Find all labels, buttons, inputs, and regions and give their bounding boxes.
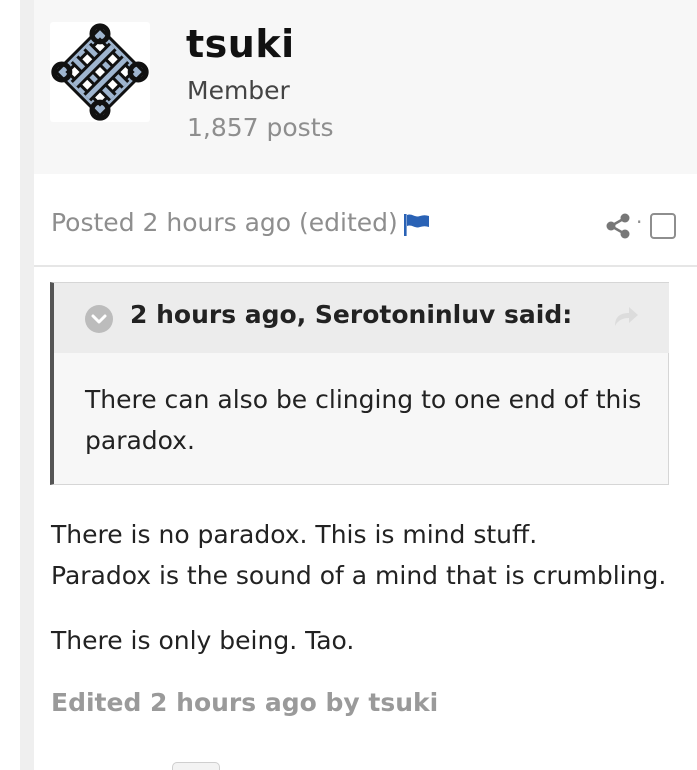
share-separator: · bbox=[636, 210, 643, 234]
endless-knot-icon bbox=[51, 23, 149, 121]
quote-header: 2 hours ago, Serotoninluv said: bbox=[54, 283, 669, 353]
author-name[interactable]: tsuki bbox=[186, 22, 295, 66]
post-line: There is only being. Tao. bbox=[51, 626, 355, 655]
author-panel: tsuki Member 1,857 posts bbox=[34, 0, 697, 174]
author-role: Member bbox=[187, 76, 290, 105]
left-margin bbox=[0, 0, 20, 770]
post-line: There is no paradox. This is mind stuff. bbox=[51, 520, 538, 549]
post-timestamp[interactable]: Posted 2 hours ago (edited) · bbox=[51, 208, 414, 237]
author-avatar[interactable] bbox=[50, 22, 150, 122]
post-thread-rail bbox=[20, 0, 34, 770]
edited-note: Edited 2 hours ago by tsuki bbox=[51, 688, 439, 717]
chevron-down-icon[interactable] bbox=[85, 305, 113, 333]
post-content: There is no paradox. This is mind stuff.… bbox=[51, 514, 691, 661]
forum-post: tsuki Member 1,857 posts Posted 2 hours … bbox=[0, 0, 697, 770]
post-line: Paradox is the sound of a mind that is c… bbox=[51, 561, 667, 590]
divider bbox=[34, 265, 697, 267]
quote-citation[interactable]: 2 hours ago, Serotoninluv said: bbox=[130, 300, 572, 329]
author-post-count: 1,857 posts bbox=[187, 113, 334, 142]
quote-block: 2 hours ago, Serotoninluv said: There ca… bbox=[50, 282, 669, 485]
select-post-checkbox[interactable] bbox=[650, 213, 676, 239]
flag-icon[interactable] bbox=[403, 214, 431, 236]
go-to-quoted-post-icon[interactable] bbox=[612, 304, 640, 328]
share-icon[interactable] bbox=[605, 213, 631, 239]
reaction-button[interactable] bbox=[172, 762, 220, 770]
quote-text: There can also be clinging to one end of… bbox=[85, 385, 642, 455]
